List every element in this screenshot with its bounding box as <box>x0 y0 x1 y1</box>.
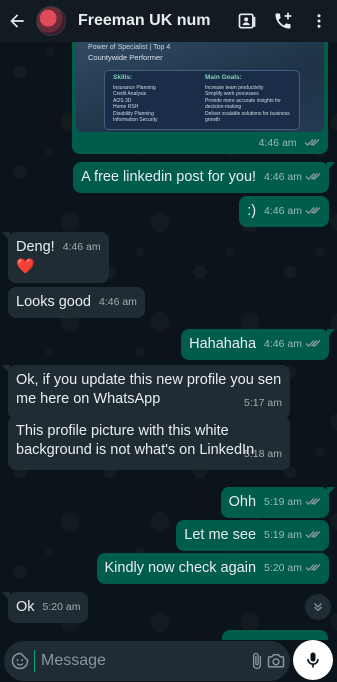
skills-heading: Skills: <box>113 74 133 81</box>
message-time: 5:19 am <box>264 526 321 545</box>
message-input[interactable] <box>34 650 248 672</box>
message-time: 5:20 am <box>264 559 321 578</box>
contact-name[interactable]: Freeman UK num <box>78 12 229 30</box>
shared-image[interactable]: Power of Specialist | Top 4 Countywide P… <box>76 42 324 132</box>
incoming-message[interactable]: Deng! 4:46 am ❤️ <box>2 232 109 283</box>
chat-area[interactable]: Power of Specialist | Top 4 Countywide P… <box>0 42 337 640</box>
read-ticks-icon <box>304 139 320 147</box>
goals-heading: Main Goals: <box>205 74 242 81</box>
message-text: Deng! <box>16 239 55 255</box>
image-timestamp: 4:46 am <box>259 133 320 151</box>
more-vert-icon <box>317 14 321 28</box>
outgoing-message[interactable]: Ohh 5:19 am <box>220 487 336 518</box>
message-time: 4:46 am <box>264 168 321 187</box>
incoming-message[interactable]: Looks good 4:46 am <box>8 287 145 318</box>
outgoing-message[interactable]: A free linkedin post for you! 4:46 am <box>73 162 335 193</box>
microphone-icon <box>307 652 319 668</box>
read-ticks-icon <box>305 564 321 572</box>
video-call-button[interactable] <box>229 0 265 42</box>
message-text: This profile picture with this white bac… <box>16 423 255 458</box>
message-text: Hahahaha <box>189 336 257 352</box>
message-time: 4:46 am <box>264 202 321 221</box>
read-ticks-icon <box>305 340 321 348</box>
goal-item: Provide more accurate insights for decis… <box>205 97 281 111</box>
read-ticks-icon <box>305 531 321 539</box>
image-card: Skills: Insurance Planning Credit Analys… <box>104 70 300 130</box>
message-text: Kindly now check again <box>104 560 257 576</box>
outgoing-message[interactable]: :) 4:46 am <box>239 196 329 227</box>
sticker-emoji-icon <box>11 652 29 670</box>
camera-icon <box>267 654 285 668</box>
message-input-container <box>4 641 290 681</box>
double-chevron-down-icon <box>314 603 322 612</box>
message-text: A free linkedin post for you! <box>81 169 257 185</box>
contact-avatar[interactable] <box>36 6 66 36</box>
add-call-icon <box>275 12 292 29</box>
incoming-message[interactable]: This profile picture with this white bac… <box>8 416 290 470</box>
chat-header: Freeman UK num <box>0 0 337 42</box>
back-arrow-icon <box>10 14 24 28</box>
partial-outgoing-message <box>222 630 328 640</box>
outgoing-message[interactable]: Let me see 5:19 am <box>176 520 329 551</box>
scroll-to-bottom-button[interactable] <box>305 594 331 620</box>
attach-button[interactable] <box>248 641 266 681</box>
image-top-text: Power of Specialist | Top 4 <box>88 44 171 51</box>
read-ticks-icon <box>305 173 321 181</box>
back-button[interactable] <box>2 0 32 42</box>
image-subtitle: Countywide Performer <box>88 53 163 62</box>
message-text: Looks good <box>16 294 91 310</box>
read-ticks-icon <box>305 207 321 215</box>
emoji-button[interactable] <box>10 641 30 681</box>
composer-bar <box>0 640 337 682</box>
read-ticks-icon <box>305 498 321 506</box>
camera-button[interactable] <box>266 641 286 681</box>
incoming-message[interactable]: Ok, if you update this new profile you s… <box>2 365 290 419</box>
skills-column: Skills: Insurance Planning Credit Analys… <box>113 74 158 124</box>
message-text: Ohh <box>228 494 257 510</box>
message-time: 5:20 am <box>42 601 81 613</box>
paperclip-icon <box>252 652 262 670</box>
voice-message-button[interactable] <box>293 640 333 680</box>
message-text: Let me see <box>184 527 257 543</box>
add-call-button[interactable] <box>265 0 301 42</box>
incoming-message[interactable]: Ok 5:20 am <box>1 592 89 623</box>
message-text: Ok <box>16 599 35 615</box>
more-options-button[interactable] <box>301 0 337 42</box>
message-time: 4:46 am <box>264 335 321 354</box>
message-text: :) <box>247 203 257 219</box>
video-call-icon <box>238 13 256 29</box>
message-time: 4:46 am <box>62 241 101 253</box>
image-message[interactable]: Power of Specialist | Top 4 Countywide P… <box>72 42 328 154</box>
goal-item: Deliver scalable solutions for business … <box>205 110 290 124</box>
outgoing-message[interactable]: Kindly now check again 5:20 am <box>96 553 329 584</box>
outgoing-message[interactable]: Hahahaha 4:46 am <box>181 329 335 360</box>
message-time: 5:19 am <box>264 493 321 512</box>
goals-column: Main Goals: Increase team productivity S… <box>205 74 295 124</box>
skill-item: Information Security <box>113 117 158 123</box>
heart-emoji: ❤️ <box>16 258 35 275</box>
message-time: 4:46 am <box>98 296 137 308</box>
